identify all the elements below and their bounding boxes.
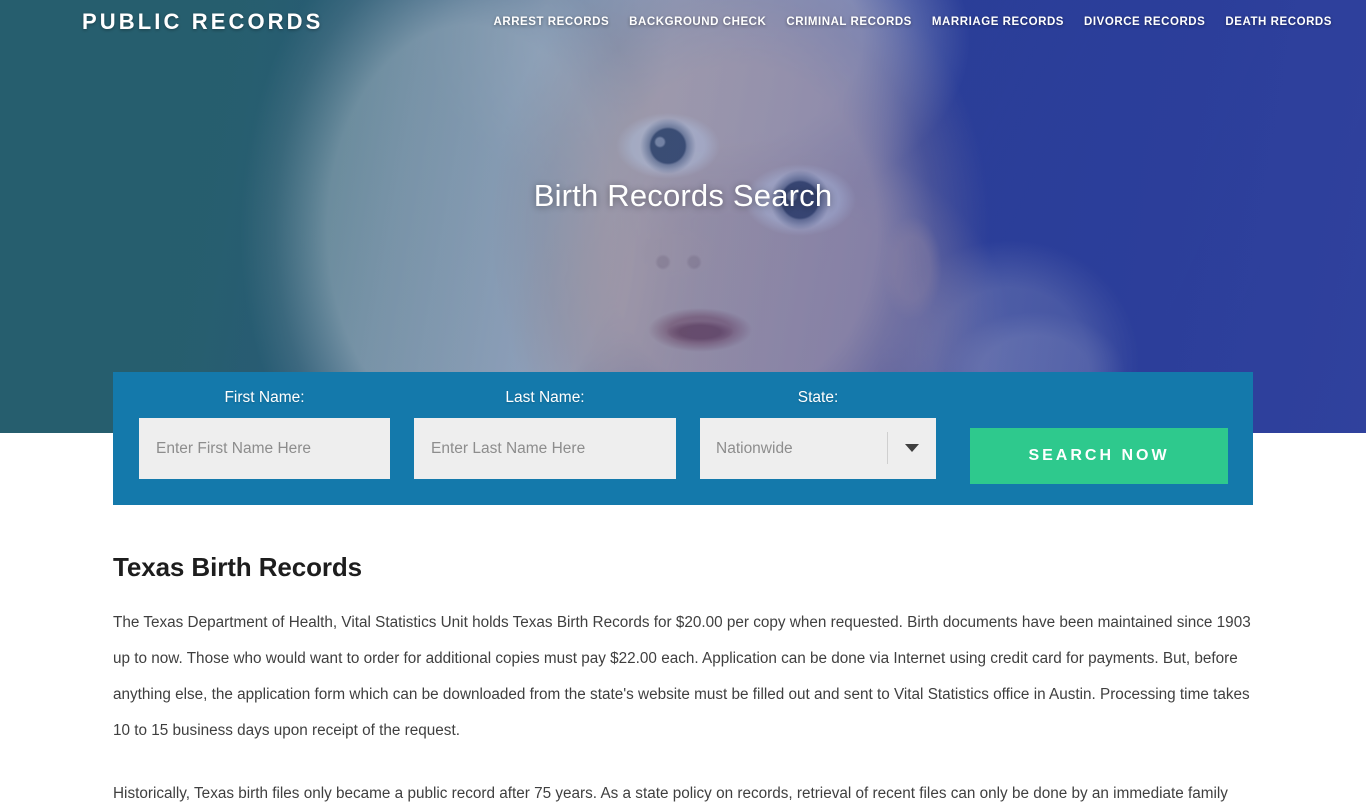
last-name-label: Last Name: [505, 389, 585, 406]
last-name-input[interactable] [414, 418, 676, 479]
nav-item-arrest-records[interactable]: ARREST RECORDS [483, 10, 619, 34]
article-content: Texas Birth Records The Texas Department… [0, 505, 1366, 812]
hero-gradient-overlay [0, 0, 1366, 433]
state-select-divider [887, 432, 888, 464]
search-form-panel: First Name: Last Name: State: Nationwide… [113, 372, 1253, 505]
article-paragraph-2: Historically, Texas birth files only bec… [113, 785, 1228, 802]
article-heading: Texas Birth Records [113, 552, 363, 582]
first-name-input[interactable] [139, 418, 390, 479]
state-select-value: Nationwide [716, 440, 793, 457]
nav-item-divorce-records[interactable]: DIVORCE RECORDS [1074, 10, 1215, 34]
site-logo[interactable]: PUBLIC RECORDS [82, 9, 323, 35]
article-paragraph-1: The Texas Department of Health, Vital St… [113, 614, 1251, 739]
last-name-field-group: Last Name: [402, 389, 688, 505]
state-select[interactable]: Nationwide [700, 418, 936, 479]
nav-item-death-records[interactable]: DEATH RECORDS [1215, 10, 1342, 34]
chevron-down-icon [905, 444, 919, 452]
first-name-field-group: First Name: [127, 389, 402, 505]
page-title: Birth Records Search [533, 178, 833, 213]
first-name-label: First Name: [224, 389, 305, 406]
nav-item-background-check[interactable]: BACKGROUND CHECK [619, 10, 776, 34]
search-fields-row: First Name: Last Name: State: Nationwide… [113, 372, 1253, 505]
main-navigation: ARREST RECORDS BACKGROUND CHECK CRIMINAL… [483, 10, 1342, 34]
top-navigation-bar: PUBLIC RECORDS ARREST RECORDS BACKGROUND… [0, 0, 1366, 44]
nav-item-criminal-records[interactable]: CRIMINAL RECORDS [776, 10, 922, 34]
state-field-group: State: Nationwide [688, 389, 948, 505]
submit-field-group: SEARCH NOW [948, 389, 1230, 505]
nav-item-marriage-records[interactable]: MARRIAGE RECORDS [922, 10, 1074, 34]
hero-section: PUBLIC RECORDS ARREST RECORDS BACKGROUND… [0, 0, 1366, 433]
state-label: State: [797, 389, 839, 406]
search-now-button[interactable]: SEARCH NOW [970, 428, 1228, 484]
